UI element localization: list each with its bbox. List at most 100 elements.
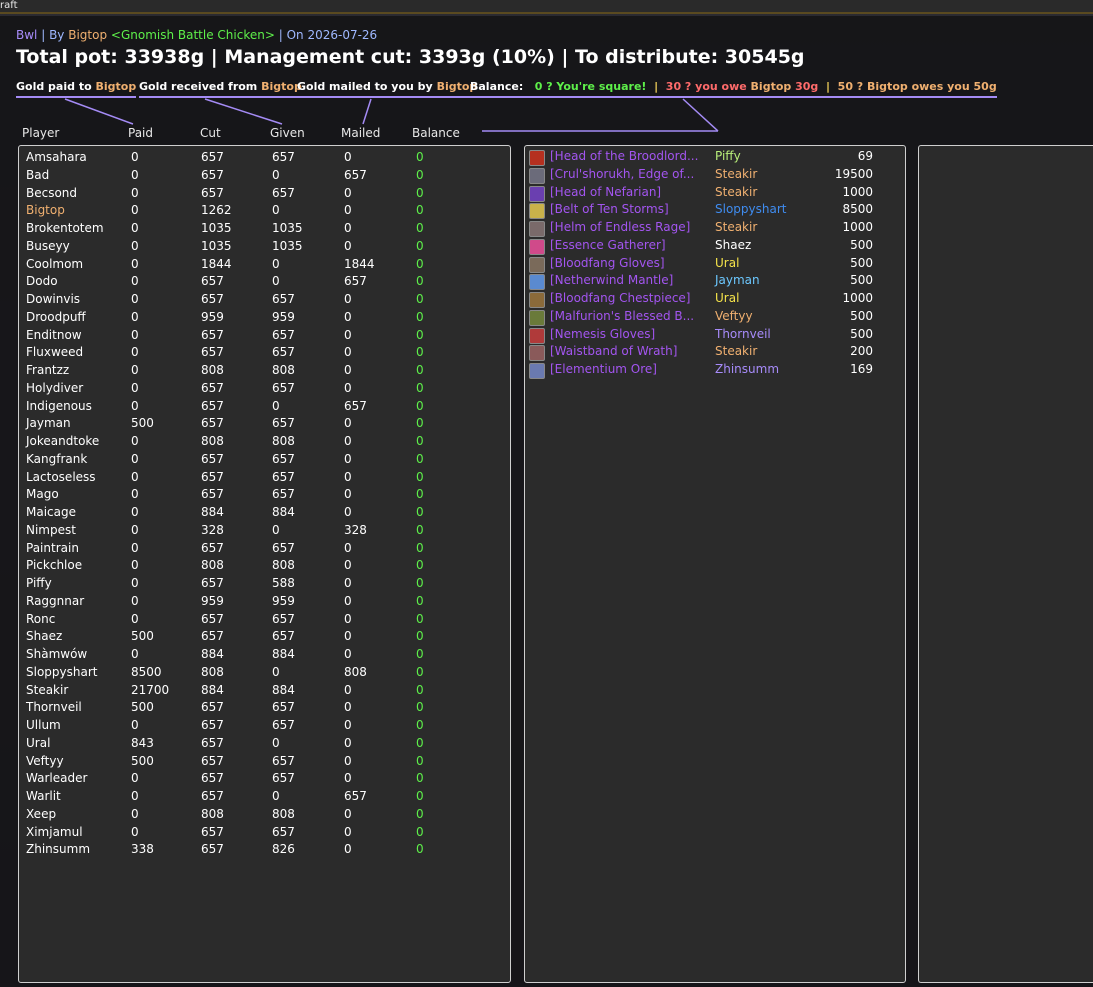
table-row[interactable]: Warlit 0 657 0 657 0 xyxy=(19,789,509,807)
item-link[interactable]: [Essence Gatherer] xyxy=(550,238,666,252)
table-row[interactable]: Dowinvis 0 657 657 0 0 xyxy=(19,292,509,310)
cut-cell: 884 xyxy=(201,505,224,519)
table-row[interactable]: Bad 0 657 0 657 0 xyxy=(19,168,509,186)
table-row[interactable]: Kangfrank 0 657 657 0 0 xyxy=(19,452,509,470)
mailed-cell: 808 xyxy=(344,664,367,679)
player-name: Jokeandtoke xyxy=(26,434,100,448)
player-name: Fluxweed xyxy=(26,345,84,360)
table-row[interactable]: Bigtop 0 1262 0 0 0 xyxy=(19,203,509,221)
table-row[interactable]: Ronc 0 657 657 0 0 xyxy=(19,612,509,630)
item-link[interactable]: [Bloodfang Chestpiece] xyxy=(550,291,690,305)
item-link[interactable]: [Malfurion's Blessed B... xyxy=(550,309,694,323)
table-row[interactable]: Jokeandtoke 0 808 808 0 0 xyxy=(19,434,509,452)
item-link[interactable]: [Helm of Endless Rage] xyxy=(550,220,690,234)
mailed-cell: 0 xyxy=(344,185,352,200)
item-link[interactable]: [Netherwind Mantle] xyxy=(550,273,673,287)
cut-cell: 657 xyxy=(201,327,224,342)
player-name: Shaez xyxy=(26,629,63,644)
table-row[interactable]: Indigenous 0 657 0 657 0 xyxy=(19,399,509,417)
item-link[interactable]: [Nemesis Gloves] xyxy=(550,327,655,341)
table-row[interactable]: Ximjamul 0 657 657 0 0 xyxy=(19,825,509,843)
table-row[interactable]: Zhinsumm 338 657 826 0 0 xyxy=(19,842,509,860)
legend-owes-name: Bigtop xyxy=(867,80,908,93)
table-row[interactable]: Shàmwów 0 884 884 0 0 xyxy=(19,647,509,665)
table-row[interactable]: Nimpest 0 328 0 328 0 xyxy=(19,523,509,541)
table-row[interactable]: Warleader 0 657 657 0 0 xyxy=(19,771,509,789)
loot-row[interactable]: [Waistband of Wrath] Steakir 200 xyxy=(529,344,899,362)
mailed-cell: 0 xyxy=(344,327,352,342)
item-icon xyxy=(529,327,545,344)
table-row[interactable]: Becsond 0 657 657 0 0 xyxy=(19,186,509,204)
loot-row[interactable]: [Bloodfang Chestpiece] Ural 1000 xyxy=(529,291,899,309)
legend-sep-1: | xyxy=(654,80,659,93)
balance-cell: 0 xyxy=(416,842,424,857)
table-row[interactable]: Thornveil 500 657 657 0 0 xyxy=(19,700,509,718)
item-link[interactable]: [Bloodfang Gloves] xyxy=(550,256,665,270)
loot-row[interactable]: [Bloodfang Gloves] Ural 500 xyxy=(529,256,899,274)
table-row[interactable]: Brokentotem 0 1035 1035 0 0 xyxy=(19,221,509,239)
table-row[interactable]: Pickchloe 0 808 808 0 0 xyxy=(19,558,509,576)
loot-row[interactable]: [Malfurion's Blessed B... Veftyy 500 xyxy=(529,309,899,327)
mailed-cell: 0 xyxy=(344,150,352,164)
item-link[interactable]: [Belt of Ten Storms] xyxy=(550,202,669,216)
loot-row[interactable]: [Netherwind Mantle] Jayman 500 xyxy=(529,273,899,291)
price-value: 169 xyxy=(850,362,873,376)
player-name: Nimpest xyxy=(26,522,76,537)
item-link[interactable]: [Crul'shorukh, Edge of... xyxy=(550,167,694,181)
loot-row[interactable]: [Essence Gatherer] Shaez 500 xyxy=(529,238,899,256)
loot-row[interactable]: [Head of Nefarian] Steakir 1000 xyxy=(529,185,899,203)
table-row[interactable]: Enditnow 0 657 657 0 0 xyxy=(19,328,509,346)
table-row[interactable]: Droodpuff 0 959 959 0 0 xyxy=(19,310,509,328)
item-link[interactable]: [Elementium Ore] xyxy=(550,362,657,376)
table-row[interactable]: Ural 843 657 0 0 0 xyxy=(19,736,509,754)
players-table[interactable]: Amsahara 0 657 657 0 0 Bad 0 657 0 657 0 Becsond 0 657… xyxy=(18,145,511,983)
price-value: 69 xyxy=(857,149,873,163)
loot-row[interactable]: [Elementium Ore] Zhinsumm 169 xyxy=(529,362,899,380)
item-link[interactable]: [Waistband of Wrath] xyxy=(550,344,677,358)
paid-cell: 0 xyxy=(131,238,139,253)
mailed-cell: 0 xyxy=(344,611,352,626)
player-name: Mago xyxy=(26,487,59,502)
price-value: 200 xyxy=(850,344,873,359)
table-row[interactable]: Coolmom 0 1844 0 1844 0 xyxy=(19,257,509,275)
table-row[interactable]: Holydiver 0 657 657 0 0 xyxy=(19,381,509,399)
player-name: Piffy xyxy=(26,576,52,590)
loot-row[interactable]: [Crul'shorukh, Edge of... Steakir 19500 xyxy=(529,167,899,185)
player-name: Frantzz xyxy=(26,363,70,377)
table-row[interactable]: Raggnnar 0 959 959 0 0 xyxy=(19,594,509,612)
table-row[interactable]: Frantzz 0 808 808 0 0 xyxy=(19,363,509,381)
table-row[interactable]: Ullum 0 657 657 0 0 xyxy=(19,718,509,736)
table-row[interactable]: Jayman 500 657 657 0 0 xyxy=(19,416,509,434)
table-row[interactable]: Maicage 0 884 884 0 0 xyxy=(19,505,509,523)
table-row[interactable]: Buseyy 0 1035 1035 0 0 xyxy=(19,239,509,257)
table-row[interactable]: Mago 0 657 657 0 0 xyxy=(19,487,509,505)
table-row[interactable]: Lactoseless 0 657 657 0 0 xyxy=(19,470,509,488)
given-cell: 808 xyxy=(272,363,295,377)
table-row[interactable]: Fluxweed 0 657 657 0 0 xyxy=(19,345,509,363)
table-row[interactable]: Paintrain 0 657 657 0 0 xyxy=(19,541,509,559)
table-row[interactable]: Shaez 500 657 657 0 0 xyxy=(19,629,509,647)
balance-cell: 0 xyxy=(416,806,424,821)
table-row[interactable]: Veftyy 500 657 657 0 0 xyxy=(19,754,509,772)
table-row[interactable]: Steakir 21700 884 884 0 0 xyxy=(19,683,509,701)
table-row[interactable]: Sloppyshart 8500 808 0 808 0 xyxy=(19,665,509,683)
table-row[interactable]: Dodo 0 657 0 657 0 xyxy=(19,274,509,292)
cut-cell: 657 xyxy=(201,380,224,395)
balance-cell: 0 xyxy=(416,487,424,502)
loot-list[interactable]: [Head of the Broodlord... Piffy 69 [Crul'sh… xyxy=(524,145,906,983)
item-link[interactable]: [Head of Nefarian] xyxy=(550,185,661,199)
loot-row[interactable]: [Nemesis Gloves] Thornveil 500 xyxy=(529,327,899,345)
player-name: Warlit xyxy=(26,789,61,803)
loot-row[interactable]: [Helm of Endless Rage] Steakir 1000 xyxy=(529,220,899,238)
table-row[interactable]: Piffy 0 657 588 0 0 xyxy=(19,576,509,594)
table-row[interactable]: Amsahara 0 657 657 0 0 xyxy=(19,150,509,168)
price-value: 1000 xyxy=(842,184,873,199)
loot-row[interactable]: [Head of the Broodlord... Piffy 69 xyxy=(529,149,899,167)
player-name: Indigenous xyxy=(26,398,92,413)
loot-row[interactable]: [Belt of Ten Storms] Sloppyshart 8500 xyxy=(529,202,899,220)
table-row[interactable]: Xeep 0 808 808 0 0 xyxy=(19,807,509,825)
paid-cell: 500 xyxy=(131,753,154,768)
item-link[interactable]: [Head of the Broodlord... xyxy=(550,149,698,163)
paid-cell: 0 xyxy=(131,789,139,803)
window-topbar: raft xyxy=(0,0,1093,14)
